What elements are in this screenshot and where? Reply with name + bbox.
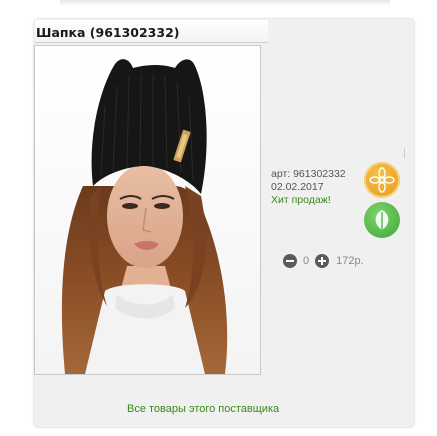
- product-price: 172р.: [336, 255, 364, 267]
- bestseller-label: Хит продаж!: [271, 194, 331, 206]
- minus-icon[interactable]: [283, 254, 297, 268]
- product-date: 02.02.2017: [271, 181, 324, 193]
- quantity-stepper: 0 172р.: [283, 252, 364, 270]
- divider-tick: [404, 148, 405, 158]
- top-shadow: [60, 0, 390, 6]
- product-sku: арт: 961302332: [271, 168, 346, 180]
- product-title: Шапка (961302332): [36, 25, 180, 40]
- plus-icon[interactable]: [315, 254, 330, 268]
- supplier-products-link[interactable]: Все товары этого поставщика: [127, 403, 279, 415]
- flower-icon[interactable]: [364, 162, 400, 198]
- quantity-value: 0: [303, 255, 310, 267]
- product-photo-image: [35, 46, 260, 374]
- leaf-icon[interactable]: [364, 202, 400, 238]
- product-photo[interactable]: [34, 45, 261, 375]
